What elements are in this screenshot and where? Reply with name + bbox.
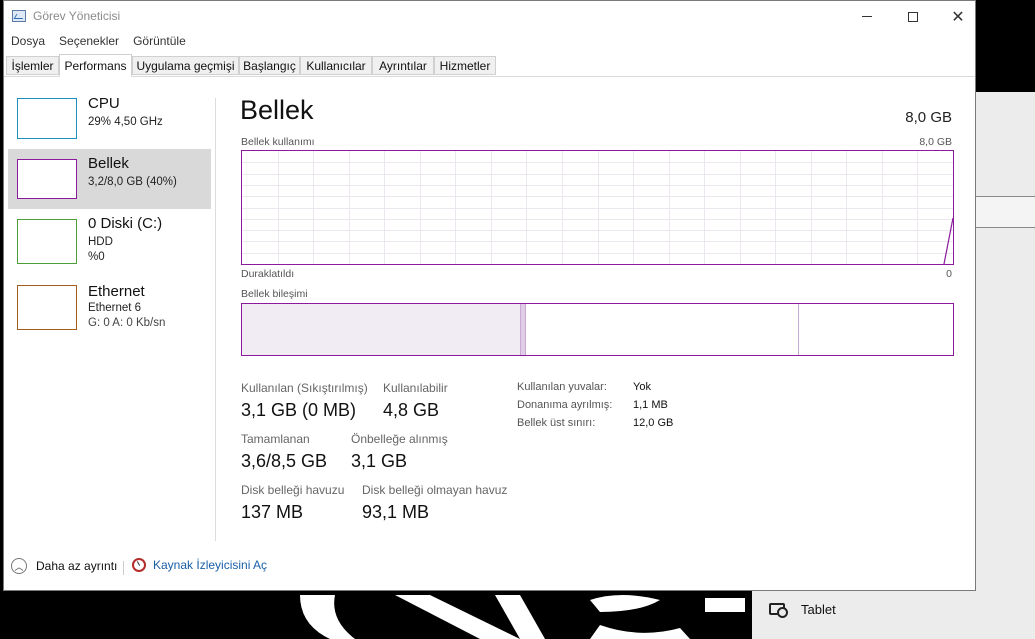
window-title: Görev Yöneticisi (33, 9, 121, 23)
composition-modified (521, 304, 526, 355)
maximize-icon (908, 11, 918, 22)
panel-divider (215, 98, 216, 541)
paused-value: 0 (946, 268, 952, 280)
usage-caption: Bellek kullanımı (241, 136, 315, 148)
resource-name: Ethernet (88, 283, 145, 300)
close-icon: ✕ (951, 8, 965, 26)
ethernet-thumbnail (17, 285, 77, 330)
menu-view[interactable]: Görüntüle (126, 32, 193, 52)
title-bar[interactable]: Görev Yöneticisi ✕ (4, 1, 975, 32)
in-use-label: Kullanılan (Sıkıştırılmış) (241, 381, 368, 395)
usage-max: 8,0 GB (919, 136, 952, 148)
paused-caption: Duraklatıldı (241, 268, 295, 280)
tab-details[interactable]: Ayrıntılar (372, 56, 434, 75)
composition-standby-divider (798, 304, 799, 355)
resource-name: Bellek (88, 155, 129, 172)
menu-options[interactable]: Seçenekler (52, 32, 126, 52)
resource-detail: HDD (88, 236, 113, 248)
tab-processes[interactable]: İşlemler (6, 56, 59, 75)
resource-ethernet[interactable]: Ethernet Ethernet 6 G: 0 A: 0 Kb/sn (8, 275, 211, 335)
cpu-thumbnail (17, 98, 77, 139)
resource-detail-2: G: 0 A: 0 Kb/sn (88, 317, 166, 329)
resource-list: CPU 29% 4,50 GHz Bellek 3,2/8,0 GB (40%)… (4, 77, 216, 545)
memory-usage-graph (241, 150, 954, 265)
nonpaged-pool-label: Disk belleği olmayan havuz (362, 483, 508, 497)
memory-composition-bar (241, 303, 954, 356)
available-value: 4,8 GB (383, 400, 440, 420)
tab-app-history[interactable]: Uygulama geçmişi (132, 56, 239, 75)
resource-monitor-label: Kaynak İzleyicisini Aç (153, 558, 268, 572)
composition-in-use (242, 304, 521, 355)
tab-users[interactable]: Kullanıcılar (300, 56, 372, 75)
task-manager-window: Görev Yöneticisi ✕ Dosya Seçenekler Görü… (3, 0, 976, 591)
minimize-button[interactable] (844, 1, 890, 32)
page-title: Bellek (240, 95, 314, 125)
minimize-icon (862, 16, 872, 17)
tab-performance[interactable]: Performans (59, 54, 132, 77)
memory-thumbnail (17, 159, 77, 199)
footer: ︿ Daha az ayrıntı Kaynak İzleyicisini Aç (4, 554, 975, 584)
resource-detail: 3,2/8,0 GB (40%) (88, 176, 177, 188)
paged-pool-label: Disk belleği havuzu (241, 483, 345, 497)
in-use-value: 3,1 GB (0 MB) (241, 400, 357, 420)
memory-total: 8,0 GB (905, 109, 952, 126)
fewer-details-label: Daha az ayrıntı (36, 559, 118, 573)
resource-name: 0 Diski (C:) (88, 215, 163, 232)
resource-memory[interactable]: Bellek 3,2/8,0 GB (40%) (8, 149, 211, 209)
resource-detail: 29% 4,50 GHz (88, 116, 163, 128)
resource-detail: Ethernet 6 (88, 302, 142, 314)
resource-disk[interactable]: 0 Diski (C:) HDD %0 (8, 209, 211, 269)
open-resource-monitor-link[interactable]: Kaynak İzleyicisini Aç (132, 558, 267, 572)
hardware-reserved-value: 1,1 MB (633, 399, 668, 411)
tab-bar: İşlemler Performans Uygulama geçmişi Baş… (4, 54, 975, 77)
committed-label: Tamamlanan (241, 432, 310, 446)
close-button[interactable]: ✕ (935, 1, 981, 32)
footer-separator (123, 561, 124, 575)
hardware-reserved-label: Donanıma ayrılmış: (517, 399, 613, 411)
menu-bar: Dosya Seçenekler Görüntüle (4, 32, 975, 52)
paged-pool-value: 137 MB (241, 502, 304, 522)
resource-detail-2: %0 (88, 251, 105, 263)
resource-cpu[interactable]: CPU 29% 4,50 GHz (8, 89, 211, 149)
menu-file[interactable]: Dosya (4, 32, 52, 52)
fewer-details-button[interactable]: ︿ Daha az ayrıntı (11, 558, 117, 574)
slots-used-label: Kullanılan yuvalar: (517, 381, 607, 393)
composition-caption: Bellek bileşimi (241, 288, 308, 300)
tab-services[interactable]: Hizmetler (434, 56, 496, 75)
maximize-button[interactable] (890, 1, 936, 32)
memory-limit-label: Bellek üst sınırı: (517, 417, 596, 429)
cached-value: 3,1 GB (351, 451, 408, 471)
nonpaged-pool-value: 93,1 MB (362, 502, 430, 522)
resource-name: CPU (88, 95, 120, 112)
resource-monitor-icon (132, 558, 146, 572)
cached-label: Önbelleğe alınmış (351, 432, 448, 446)
tab-startup[interactable]: Başlangıç (239, 56, 300, 75)
graph-canvas (242, 151, 953, 264)
memory-limit-value: 12,0 GB (633, 417, 674, 429)
available-label: Kullanılabilir (383, 381, 448, 395)
committed-value: 3,6/8,5 GB (241, 451, 328, 471)
task-manager-icon (12, 10, 26, 22)
slots-used-value: Yok (633, 381, 651, 393)
disk-thumbnail (17, 219, 77, 264)
chevron-up-icon: ︿ (11, 558, 27, 574)
